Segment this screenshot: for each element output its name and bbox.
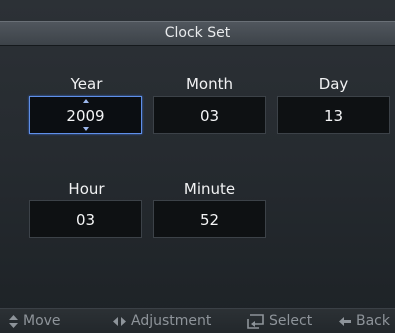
hour-label: Hour — [68, 180, 105, 198]
hour-field[interactable]: 03 — [29, 200, 142, 238]
day-field[interactable]: 13 — [277, 96, 390, 134]
day-label: Day — [318, 75, 349, 93]
hint-back-label: Back — [356, 313, 390, 329]
hint-move: Move — [9, 313, 61, 329]
increment-arrow-icon[interactable] — [82, 99, 89, 103]
enter-icon — [247, 313, 264, 329]
minute-label: Minute — [183, 180, 236, 198]
up-down-arrows-icon — [9, 314, 18, 328]
hint-select-label: Select — [269, 313, 313, 329]
hint-adjustment: Adjustment — [113, 313, 211, 329]
month-value: 03 — [199, 107, 220, 125]
day-value: 13 — [323, 107, 344, 125]
footer-hints: Move Adjustment Select Back — [0, 308, 395, 333]
year-field[interactable]: 2009 — [29, 96, 142, 134]
hint-adjustment-label: Adjustment — [131, 313, 212, 329]
minute-field[interactable]: 52 — [153, 200, 266, 238]
year-value: 2009 — [66, 107, 105, 125]
left-right-arrows-icon — [113, 316, 126, 326]
hint-select: Select — [247, 313, 312, 329]
month-label: Month — [185, 75, 233, 93]
hint-move-label: Move — [23, 313, 61, 329]
clock-set-screen: Clock Set Year Month Day 2009 03 13 Hour… — [0, 0, 395, 333]
minute-value: 52 — [199, 211, 220, 229]
month-field[interactable]: 03 — [153, 96, 266, 134]
decrement-arrow-icon[interactable] — [82, 127, 89, 131]
window-title: Clock Set — [0, 21, 395, 46]
year-label: Year — [70, 75, 103, 93]
hour-value: 03 — [75, 211, 96, 229]
hint-back: Back — [339, 313, 390, 329]
back-arrow-icon — [339, 316, 351, 326]
